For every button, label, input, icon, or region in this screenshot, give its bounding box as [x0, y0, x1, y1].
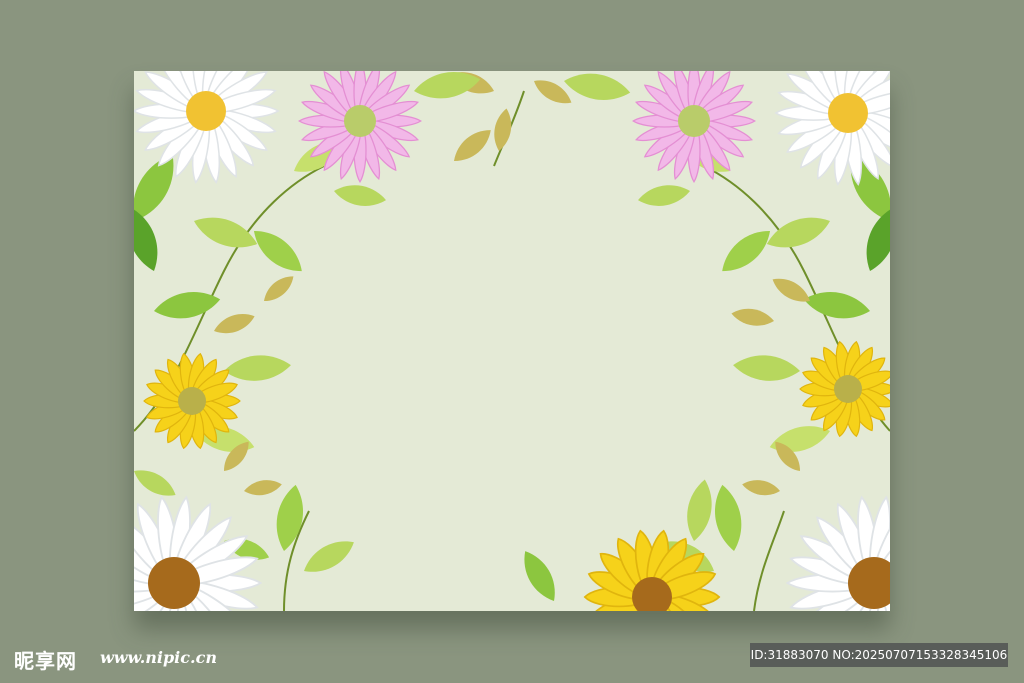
- sunflower-right: [799, 339, 890, 439]
- white-daisy-top-right: [774, 71, 890, 187]
- floral-frame-card: [134, 71, 890, 611]
- stems: [134, 90, 890, 611]
- pink-daisy-right: [632, 71, 756, 183]
- floral-frame-artwork: [134, 71, 890, 611]
- nipic-logo: 昵享网: [14, 649, 77, 673]
- image-id-bar: ID:31883070 NO:20250707153328345106: [750, 643, 1008, 667]
- white-daisy-bottom-right: [786, 494, 890, 611]
- nipic-site-url: www.nipic.cn: [100, 648, 217, 667]
